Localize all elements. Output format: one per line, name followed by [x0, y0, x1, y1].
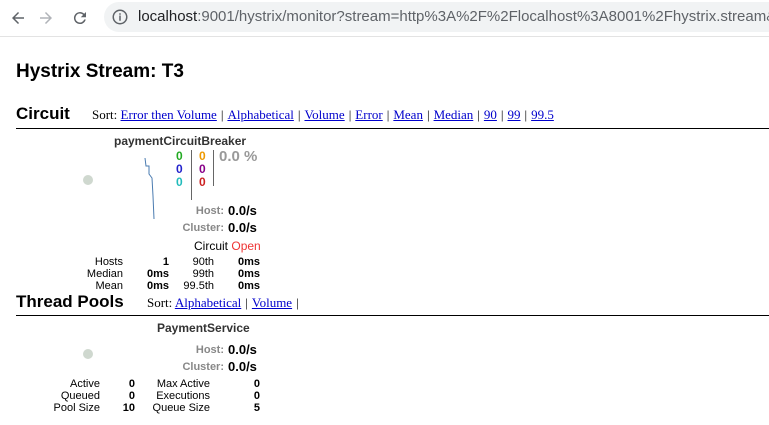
thread-pool-name: PaymentService [157, 321, 250, 335]
circuit-divider [16, 128, 769, 129]
thread-pools-divider [16, 315, 769, 316]
tp-cluster-rate: 0.0/s [228, 359, 257, 374]
info-icon[interactable] [111, 8, 129, 26]
host-label: Host: [195, 205, 224, 217]
url-host: localhost [138, 8, 198, 25]
thread-sort-alphabetical[interactable]: Alphabetical [175, 295, 241, 310]
circuit-sort-label: Sort: [92, 107, 118, 122]
queued-value: 0 [128, 390, 135, 402]
thread-pools-section-title: Thread Pools [16, 292, 124, 311]
sort-mean[interactable]: Mean [393, 107, 423, 122]
count-short-circuited: 0 [176, 162, 183, 176]
count-bad-request: 0 [176, 175, 183, 189]
thread-sort-label: Sort: [147, 295, 173, 310]
max-active-label: Max Active [156, 378, 210, 390]
count-timeout: 0 [199, 149, 206, 163]
address-bar[interactable]: localhost:9001/hystrix/monitor?stream=ht… [104, 2, 769, 32]
error-percentage: 0.0 % [219, 148, 258, 165]
queue-size-label: Queue Size [152, 402, 210, 414]
url-text: localhost:9001/hystrix/monitor?stream=ht… [138, 8, 769, 26]
sort-error[interactable]: Error [355, 107, 382, 122]
p99-label: 99th [192, 268, 214, 280]
hosts-value: 1 [162, 256, 169, 268]
thread-pool-health-circle [83, 349, 93, 359]
count-success: 0 [176, 149, 183, 163]
circuit-name: paymentCircuitBreaker [114, 134, 247, 148]
circuit-sort-bar: Sort: Error then Volume | Alphabetical | Vol… [92, 107, 554, 122]
circuit-section-title: Circuit [16, 104, 70, 123]
p995-value: 0ms [237, 280, 260, 292]
circuit-sparkline [144, 157, 155, 220]
executions-value: 0 [253, 390, 260, 402]
count-divider-2 [213, 150, 214, 186]
active-label: Active [70, 378, 100, 390]
tp-cluster-label: Cluster: [182, 361, 224, 373]
mean-value: 0ms [146, 280, 169, 292]
executions-label: Executions [156, 390, 210, 402]
sort-error-then-volume[interactable]: Error then Volume [121, 107, 217, 122]
queue-size-value: 5 [253, 402, 260, 414]
url-path: :9001/hystrix/monitor?stream=http%3A%2F%… [197, 8, 769, 25]
p99-value: 0ms [237, 268, 260, 280]
p90-value: 0ms [237, 256, 260, 268]
sort-volume[interactable]: Volume [304, 107, 344, 122]
p995-label: 99.5th [183, 280, 214, 292]
p90-label: 90th [192, 256, 214, 268]
sort-90[interactable]: 90 [484, 107, 497, 122]
count-divider-1 [191, 150, 192, 200]
queued-label: Queued [60, 390, 100, 402]
circuit-status: Circuit Open [194, 239, 261, 253]
page-title: Hystrix Stream: T3 [16, 61, 184, 82]
thread-sort-bar: Sort: Alphabetical | Volume | [147, 295, 299, 310]
cluster-label: Cluster: [182, 222, 224, 234]
tp-host-rate: 0.0/s [228, 342, 257, 357]
sort-median[interactable]: Median [434, 107, 474, 122]
median-value: 0ms [146, 268, 169, 280]
sort-99-5[interactable]: 99.5 [531, 107, 554, 122]
hosts-label: Hosts [94, 256, 123, 268]
forward-arrow-icon[interactable] [34, 6, 58, 30]
browser-toolbar: localhost:9001/hystrix/monitor?stream=ht… [0, 0, 769, 37]
cluster-rate: 0.0/s [228, 220, 257, 235]
sort-alphabetical[interactable]: Alphabetical [227, 107, 293, 122]
host-rate: 0.0/s [228, 203, 257, 218]
active-value: 0 [128, 378, 135, 390]
back-arrow-icon[interactable] [6, 6, 30, 30]
reload-icon[interactable] [68, 6, 92, 30]
mean-label: Mean [95, 280, 123, 292]
thread-sort-volume[interactable]: Volume [252, 295, 292, 310]
max-active-value: 0 [253, 378, 260, 390]
median-label: Median [86, 268, 123, 280]
count-rejected: 0 [199, 162, 206, 176]
tp-host-label: Host: [195, 344, 224, 356]
sort-99[interactable]: 99 [508, 107, 521, 122]
circuit-health-circle [83, 175, 93, 185]
circuit-status-value: Open [231, 239, 261, 253]
circuit-status-label: Circuit [194, 239, 229, 253]
count-failure: 0 [199, 175, 206, 189]
pool-size-label: Pool Size [53, 402, 100, 414]
pool-size-value: 10 [122, 402, 135, 414]
